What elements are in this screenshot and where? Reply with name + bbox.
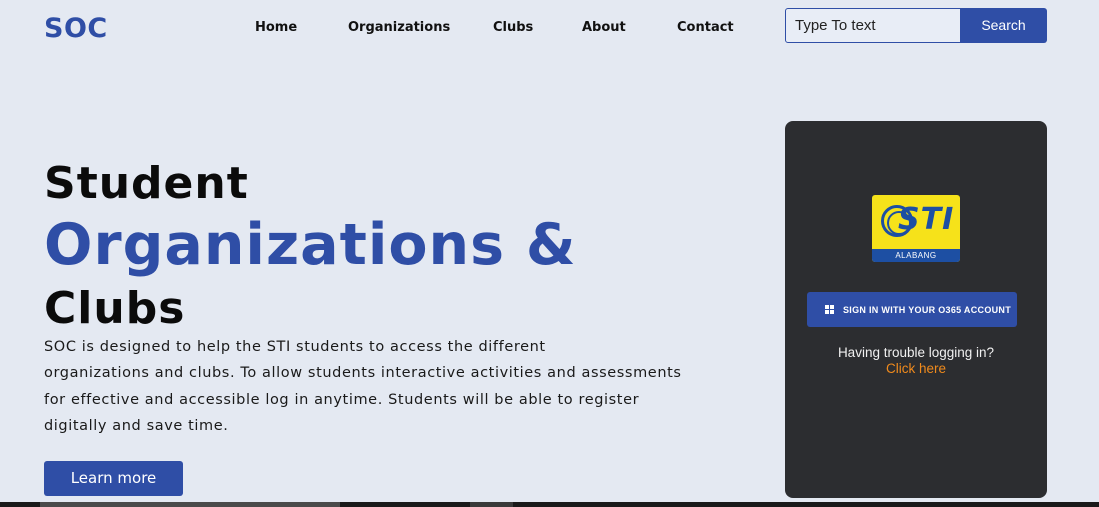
hero-description-line: for effective and accessible log in anyt… [44,391,640,408]
bottom-scrollbar[interactable] [0,502,1099,507]
nav-contact-link[interactable]: Contact [677,20,734,35]
hero-description-line: organizations and clubs. To allow studen… [44,365,682,382]
scrollbar-segment [470,502,513,507]
site-logo[interactable]: SOC [44,13,108,44]
learn-more-button[interactable]: Learn more [44,461,183,496]
hero-description-line: SOC is designed to help the STI students… [44,339,546,355]
hero-description: SOC is designed to help the STI students… [44,334,704,439]
trouble-text: Having trouble logging in? [837,345,995,360]
nav-home-link[interactable]: Home [255,20,297,35]
click-here-link[interactable]: Click here [785,361,1047,376]
hero-description-line: digitally and save time. [44,417,229,434]
sti-logo: STI ALABANG [872,195,960,262]
microsoft-windows-icon [825,305,834,314]
search-input[interactable]: Type To text [785,8,961,43]
search-button[interactable]: Search [960,8,1047,43]
o365-signin-button[interactable]: SIGN IN WITH YOUR O365 ACCOUNT [807,292,1017,327]
sti-brand-text: STI [898,202,955,237]
hero-title-organizations: Organizations & [44,212,577,278]
hero-title-clubs: Clubs [44,283,186,334]
signin-label: SIGN IN WITH YOUR O365 ACCOUNT [843,304,1012,315]
nav-clubs-link[interactable]: Clubs [493,20,533,35]
nav-organizations-link[interactable]: Organizations [348,20,450,35]
campus-label: ALABANG [872,249,960,262]
nav-about-link[interactable]: About [582,20,626,35]
login-card: STI ALABANG SIGN IN WITH YOUR O365 ACCOU… [785,121,1047,498]
scrollbar-thumb[interactable] [40,502,340,507]
hero-title-student: Student [44,158,249,209]
